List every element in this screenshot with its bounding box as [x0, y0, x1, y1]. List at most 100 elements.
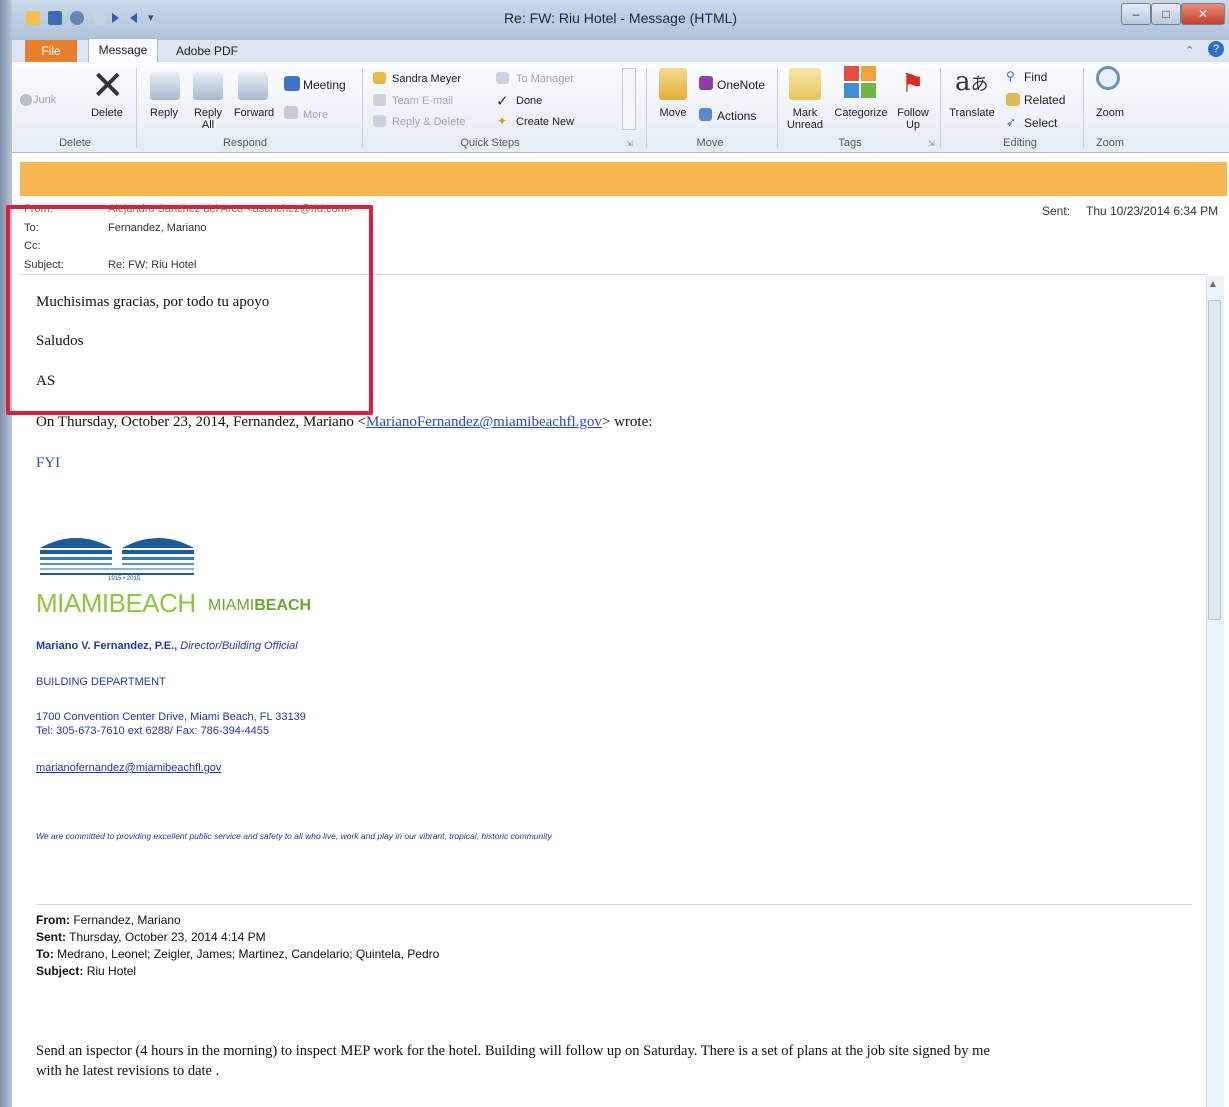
- quickstep-to-manager[interactable]: To Manager: [516, 73, 574, 85]
- group-separator: [362, 68, 363, 148]
- group-label-zoom: Zoom: [1095, 137, 1125, 149]
- onenote-icon: [699, 76, 713, 90]
- team-email-icon: [373, 94, 386, 106]
- reply-all-button-line1[interactable]: Reply: [188, 107, 228, 119]
- junk-button[interactable]: Junk: [33, 94, 56, 106]
- fwd-sent-line: Sent: Thursday, October 23, 2014 4:14 PM: [36, 930, 266, 944]
- fwd-to-line: To: Medrano, Leonel; Zeigler, James; Mar…: [36, 947, 439, 961]
- delete-button[interactable]: Delete: [87, 107, 127, 119]
- find-button[interactable]: Find: [1024, 71, 1047, 83]
- select-button[interactable]: Select: [1024, 117, 1057, 129]
- select-cursor-icon: ➶: [1006, 115, 1017, 129]
- minimize-button[interactable]: ‒: [1121, 3, 1151, 25]
- tab-adobe-pdf[interactable]: Adobe PDF: [172, 40, 242, 62]
- logo-wordmark-small: MIAMIBEACH: [208, 597, 311, 615]
- fwd-from-line: From: Fernandez, Mariano: [36, 913, 181, 927]
- junk-icon: [20, 94, 32, 106]
- fwd-subject-line: Subject: Riu Hotel: [36, 964, 136, 978]
- meeting-button[interactable]: Meeting: [303, 79, 346, 91]
- signature-department: BUILDING DEPARTMENT: [36, 676, 166, 688]
- minimize-ribbon-icon[interactable]: ⌃: [1185, 44, 1194, 57]
- attribution-email-link[interactable]: MarianoFernandez@miamibeachfl.gov: [366, 414, 602, 430]
- more-button[interactable]: More: [303, 109, 328, 121]
- signature-email-link[interactable]: marianofernandez@miamibeachfl.gov: [36, 762, 221, 774]
- scrollbar-thumb[interactable]: [1208, 300, 1221, 620]
- attribution-text: On Thursday, October 23, 2014, Fernandez…: [36, 414, 367, 430]
- done-checkmark-icon: ✓: [496, 93, 509, 110]
- follow-up-flag-icon: ⚑: [901, 68, 925, 98]
- close-button[interactable]: ✕: [1181, 3, 1225, 25]
- mark-unread-icon: [789, 68, 821, 100]
- tab-message[interactable]: Message: [88, 38, 158, 62]
- reply-all-icon: [193, 72, 223, 100]
- reply-icon: [150, 72, 180, 100]
- forward-divider: [36, 904, 1192, 905]
- related-icon: [1006, 93, 1020, 106]
- reply-button[interactable]: Reply: [144, 107, 184, 119]
- fwd-subject-value: Riu Hotel: [86, 964, 137, 978]
- fyi-text: FYI: [36, 455, 61, 471]
- group-label-quick-steps: Quick Steps: [460, 137, 520, 149]
- move-icon: [659, 68, 687, 100]
- info-bar: [20, 162, 1227, 196]
- attribution-wrote: > wrote:: [601, 414, 653, 430]
- create-new-icon: ✦: [497, 114, 508, 128]
- logo-wordmark: MIAMIBEACH: [36, 588, 196, 618]
- fwd-to-value: Medrano, Leonel; Zeigler, James; Martine…: [57, 947, 440, 961]
- group-label-move: Move: [696, 137, 724, 149]
- fwd-from-label: From:: [36, 913, 70, 927]
- mark-unread-line1[interactable]: Mark: [784, 107, 826, 119]
- signature-name: Mariano V. Fernandez, P.E.,: [36, 640, 178, 652]
- group-separator: [777, 68, 778, 148]
- window-title: Re: FW: Riu Hotel - Message (HTML): [503, 10, 738, 26]
- tab-file[interactable]: File: [25, 40, 77, 62]
- delete-icon: ✕: [91, 64, 125, 108]
- forward-button[interactable]: Forward: [230, 107, 278, 119]
- fwd-from-value: Fernandez, Mariano: [73, 913, 181, 927]
- signature-title: Director/Building Official: [180, 640, 298, 652]
- fwd-body-line2: with he latest revisions to date .: [36, 1063, 220, 1079]
- signature-name-line: Mariano V. Fernandez, P.E., Director/Bui…: [36, 640, 298, 652]
- group-separator: [646, 68, 647, 148]
- reply-all-button-line2[interactable]: All: [188, 119, 228, 131]
- quickstep-team-email[interactable]: Team E-mail: [392, 95, 453, 107]
- actions-icon: [699, 108, 712, 121]
- translate-button[interactable]: Translate: [945, 107, 999, 119]
- scroll-up-arrow[interactable]: ▲: [1208, 279, 1218, 290]
- quickstep-create-new[interactable]: Create New: [516, 116, 574, 128]
- quick-steps-gallery-scroll[interactable]: [622, 68, 636, 130]
- reply-delete-icon: [373, 115, 386, 127]
- group-separator: [1083, 68, 1084, 148]
- group-separator: [940, 68, 941, 148]
- window-left-frame: [0, 0, 12, 1107]
- fwd-sent-value: Thursday, October 23, 2014 4:14 PM: [69, 930, 266, 944]
- highlight-box: [6, 205, 373, 415]
- signature-phone: Tel: 305-673-7610 ext 6288/ Fax: 786-394…: [36, 725, 269, 737]
- sent-label: Sent:: [1042, 204, 1071, 218]
- title-bar: ▾ Re: FW: Riu Hotel - Message (HTML) ‒ □…: [12, 0, 1229, 40]
- signature-address: 1700 Convention Center Drive, Miami Beac…: [36, 711, 306, 723]
- quickstep-done[interactable]: Done: [516, 95, 542, 107]
- maximize-button[interactable]: □: [1151, 3, 1181, 25]
- related-button[interactable]: Related: [1024, 94, 1065, 106]
- miami-beach-100-logo: [38, 530, 200, 592]
- dialog-launcher-icon[interactable]: ⇲: [626, 139, 633, 148]
- quickstep-sandra-meyer[interactable]: Sandra Meyer: [392, 73, 461, 85]
- to-manager-icon: [496, 72, 509, 84]
- fwd-subject-label: Subject:: [36, 964, 84, 978]
- help-icon[interactable]: ?: [1208, 41, 1224, 57]
- mark-unread-line2[interactable]: Unread: [784, 119, 826, 131]
- follow-up-line1[interactable]: Follow: [893, 107, 933, 119]
- actions-button[interactable]: Actions: [717, 110, 756, 122]
- categorize-button[interactable]: Categorize: [831, 107, 891, 119]
- group-label-tags: Tags: [838, 137, 862, 149]
- move-button[interactable]: Move: [653, 107, 693, 119]
- zoom-icon: [1096, 66, 1120, 90]
- follow-up-line2[interactable]: Up: [893, 119, 933, 131]
- signature-motto: We are committed to providing excellent …: [36, 831, 552, 841]
- group-label-delete: Delete: [59, 137, 91, 149]
- quickstep-reply-delete[interactable]: Reply & Delete: [392, 116, 465, 128]
- zoom-button[interactable]: Zoom: [1090, 107, 1130, 119]
- dialog-launcher-icon[interactable]: ⇲: [928, 139, 935, 148]
- onenote-button[interactable]: OneNote: [717, 79, 765, 91]
